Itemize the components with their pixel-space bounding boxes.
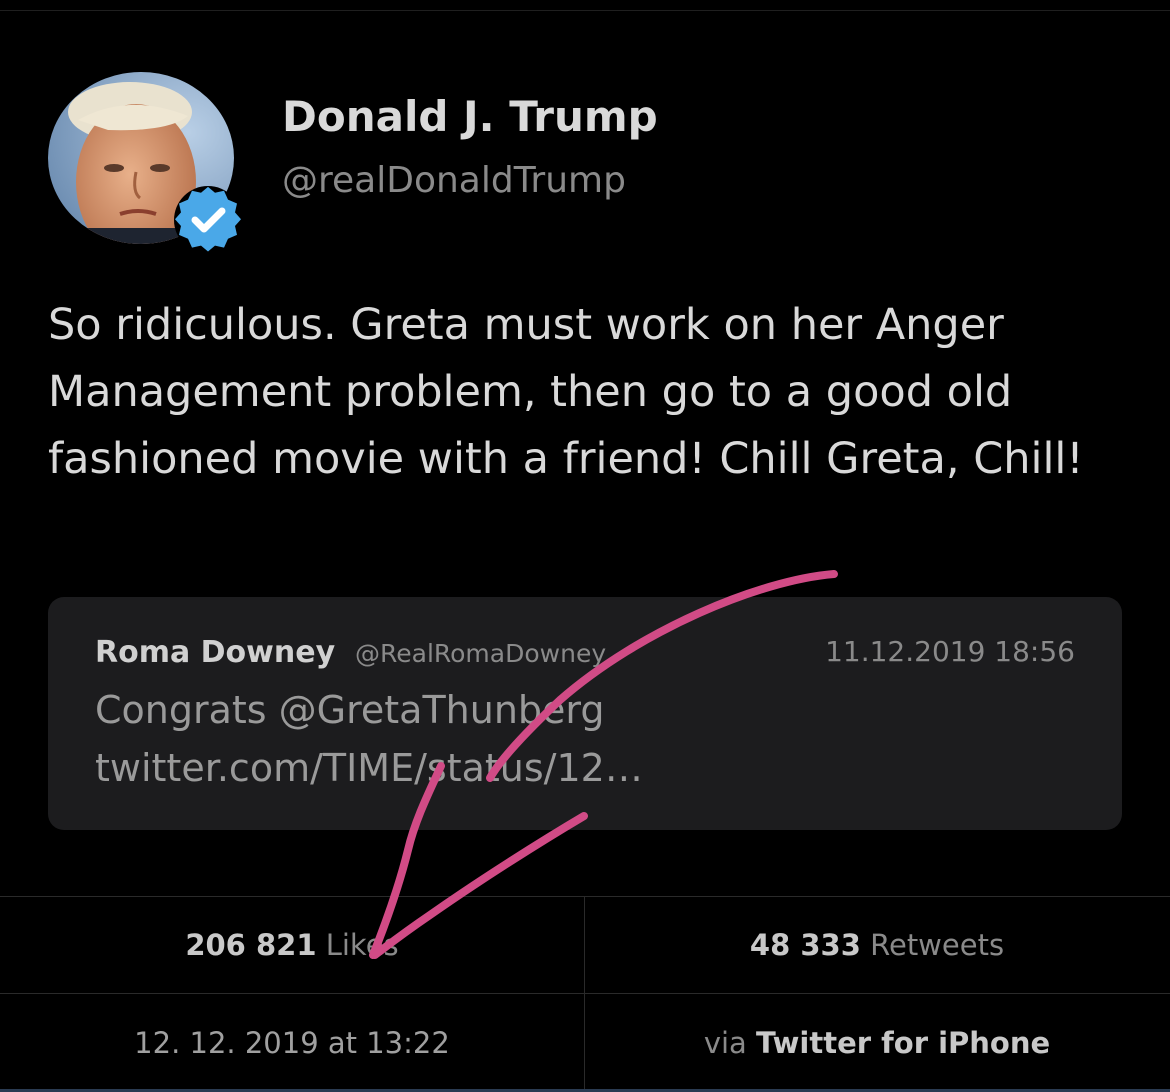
tweet-text: So ridiculous. Greta must work on her An… xyxy=(48,300,1084,484)
tweet-stats: 206 821 Likes 48 333 Retweets 12. 12. 20… xyxy=(0,896,1170,1092)
quoted-tweet-date: 11.12.2019 18:56 xyxy=(825,635,1075,668)
timestamp-cell: 12. 12. 2019 at 13:22 xyxy=(0,994,584,1091)
top-divider xyxy=(0,10,1170,11)
likes-count: 206 821 xyxy=(185,927,317,962)
retweets-stat[interactable]: 48 333 Retweets xyxy=(585,896,1169,993)
quoted-tweet-card[interactable]: Roma Downey @RealRomaDowney 11.12.2019 1… xyxy=(48,597,1122,830)
quoted-tweet-text: Congrats @GretaThunberg twitter.com/TIME… xyxy=(95,688,643,790)
tweet-timestamp: 12. 12. 2019 at 13:22 xyxy=(134,1025,450,1060)
quoted-author-handle: @RealRomaDowney xyxy=(355,639,607,668)
via-label: via xyxy=(703,1025,747,1060)
likes-stat[interactable]: 206 821 Likes xyxy=(0,896,584,993)
retweets-count: 48 333 xyxy=(749,927,861,962)
verified-badge-icon xyxy=(174,186,242,254)
author-handle[interactable]: @realDonaldTrump xyxy=(282,160,626,201)
quoted-author-name: Roma Downey xyxy=(95,635,336,670)
source-cell: via Twitter for iPhone xyxy=(585,994,1169,1091)
retweets-label: Retweets xyxy=(870,927,1005,962)
author-name[interactable]: Donald J. Trump xyxy=(282,92,658,141)
likes-label: Likes xyxy=(325,927,399,962)
tweet-source: Twitter for iPhone xyxy=(756,1025,1051,1060)
